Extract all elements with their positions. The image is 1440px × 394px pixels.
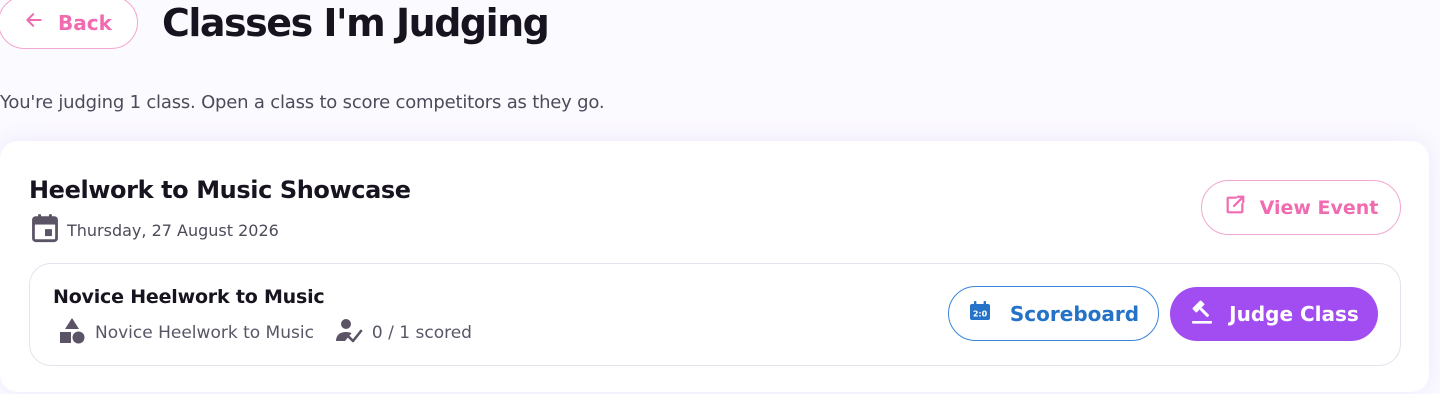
event-card: Heelwork to Music Showcase Thursday, 27 … <box>0 141 1429 392</box>
judge-class-button[interactable]: Judge Class <box>1170 287 1378 341</box>
arrow-left-icon <box>24 10 44 35</box>
view-event-label: View Event <box>1259 196 1379 219</box>
class-category: Novice Heelwork to Music <box>57 316 314 350</box>
gavel-icon <box>1189 299 1215 330</box>
event-title: Heelwork to Music Showcase <box>29 176 411 204</box>
page-title: Classes I'm Judging <box>162 1 550 45</box>
scoreboard-button[interactable]: 2:0 Scoreboard <box>948 286 1159 341</box>
judge-class-label: Judge Class <box>1229 302 1359 326</box>
back-button[interactable]: Back <box>0 0 138 49</box>
page-subtitle: You're judging 1 class. Open a class to … <box>0 92 605 113</box>
back-button-label: Back <box>58 10 112 35</box>
class-meta: Novice Heelwork to Music 0 / 1 scored <box>57 316 472 350</box>
class-name: Novice Heelwork to Music <box>53 286 325 308</box>
external-link-icon <box>1224 194 1246 221</box>
class-scored-text: 0 / 1 scored <box>371 323 472 343</box>
view-event-button[interactable]: View Event <box>1201 180 1401 235</box>
shapes-icon <box>57 316 87 350</box>
person-check-icon <box>334 316 364 350</box>
scoreboard-label: Scoreboard <box>1009 301 1140 326</box>
class-scored: 0 / 1 scored <box>334 316 472 350</box>
event-date: Thursday, 27 August 2026 <box>67 220 279 240</box>
calendar-icon <box>31 213 59 247</box>
class-category-text: Novice Heelwork to Music <box>95 323 314 343</box>
svg-text:2:0: 2:0 <box>973 310 988 319</box>
event-date-row: Thursday, 27 August 2026 <box>31 213 279 247</box>
scoreboard-icon: 2:0 <box>968 299 992 328</box>
class-row: Novice Heelwork to Music Novice Heelwork… <box>29 263 1401 366</box>
